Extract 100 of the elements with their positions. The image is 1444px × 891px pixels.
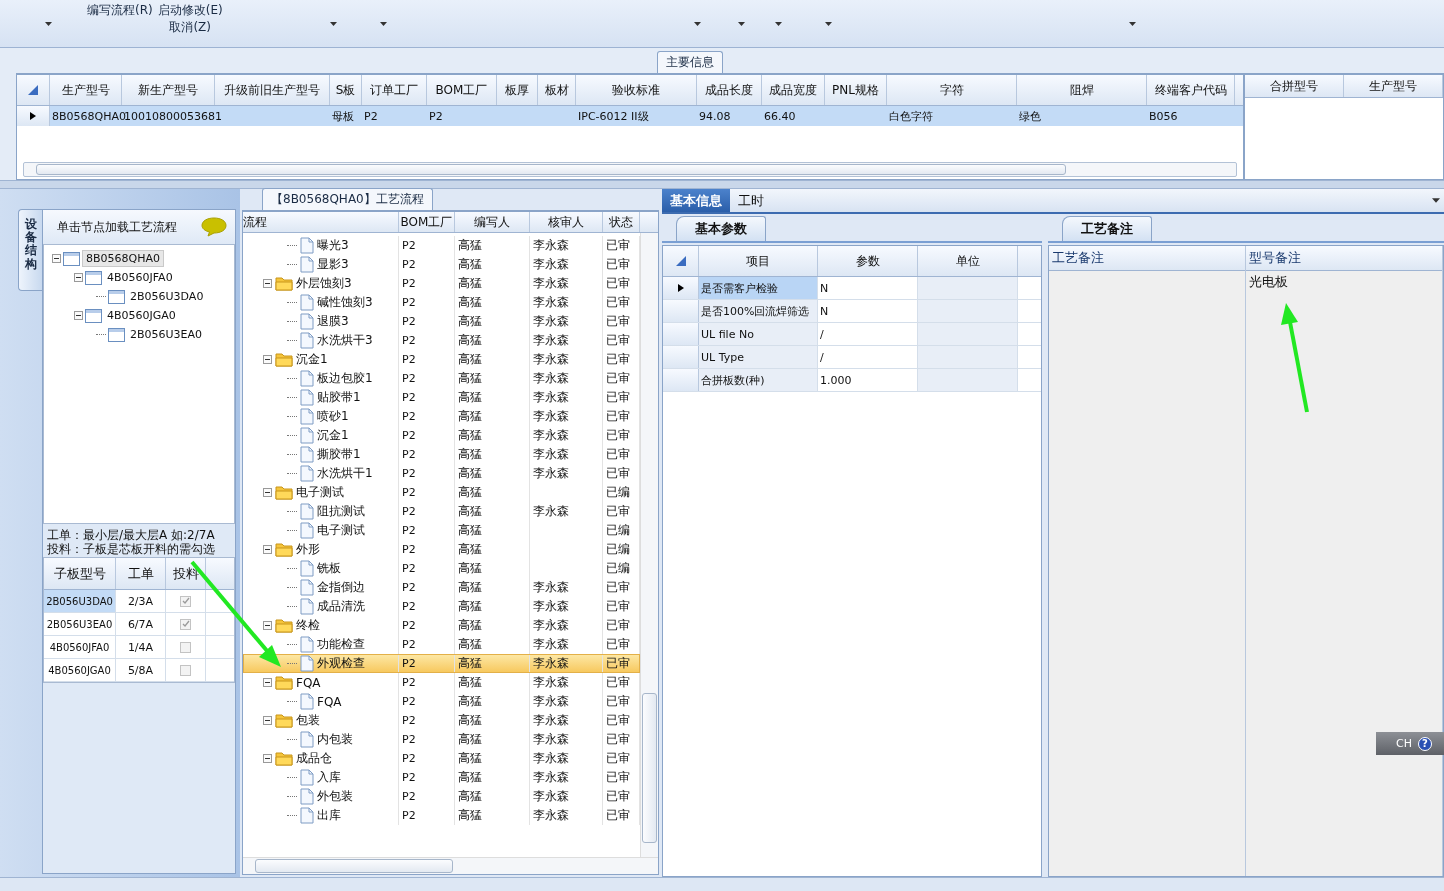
collapse-icon[interactable] (263, 355, 272, 364)
process-row[interactable]: 内包装 P2 高猛 李永森 已审 (243, 730, 640, 749)
column-header[interactable]: 参数 (818, 246, 918, 276)
column-header[interactable]: BOM工厂 (399, 212, 455, 232)
process-row[interactable]: 入库 P2 高猛 李永森 已审 (243, 768, 640, 787)
column-header[interactable]: 阻焊 (1017, 75, 1147, 105)
tree-node[interactable]: 4B0560JGA0 (104, 308, 179, 323)
process-row[interactable]: 外观检查 P2 高猛 李永森 已审 (243, 654, 640, 673)
tree-node[interactable]: 2B056U3DA0 (127, 289, 207, 304)
collapse-icon[interactable] (263, 488, 272, 497)
vertical-scrollbar[interactable] (640, 233, 658, 857)
process-row[interactable]: 沉金1 P2 高猛 李永森 已审 (243, 350, 640, 369)
column-header[interactable]: S板 (330, 75, 362, 105)
column-header[interactable]: 新生产型号 (122, 75, 215, 105)
help-button[interactable]: ? (1417, 736, 1432, 751)
column-header[interactable]: 合拼型号 (1245, 75, 1344, 97)
process-row[interactable]: 沉金1 P2 高猛 李永森 已审 (243, 426, 640, 445)
process-row[interactable]: 水洗烘干3 P2 高猛 李永森 已审 (243, 331, 640, 350)
column-header[interactable]: 成品长度 (697, 75, 762, 105)
column-header[interactable]: 状态 (603, 212, 640, 232)
column-header[interactable]: BOM工厂 (427, 75, 497, 105)
table-row[interactable]: 8B0568QHA010010800053681 母板 P2 P2 IPC-6012 II级 94.08 66.40 白色字符 绿色 B056 (17, 106, 1243, 126)
process-row[interactable]: 外形 P2 高猛 已编 (243, 540, 640, 559)
process-row[interactable]: 终检 P2 高猛 李永森 已审 (243, 616, 640, 635)
process-row[interactable]: FQA P2 高猛 李永森 已审 (243, 692, 640, 711)
side-tab[interactable]: 设备结构 (18, 209, 42, 291)
process-row[interactable]: 贴胶带1 P2 高猛 李永森 已审 (243, 388, 640, 407)
column-header[interactable]: 流程 (243, 212, 399, 232)
caret-icon[interactable] (774, 22, 782, 26)
process-row[interactable]: 成品仓 P2 高猛 李永森 已审 (243, 749, 640, 768)
column-header[interactable]: 型号备注 (1249, 249, 1301, 267)
column-header[interactable]: 单位 (918, 246, 1018, 276)
process-row[interactable]: 包装 P2 高猛 李永森 已审 (243, 711, 640, 730)
column-header[interactable]: 生产型号 (50, 75, 122, 105)
caret-icon[interactable] (45, 22, 52, 26)
column-header[interactable]: 终端客户代码 (1147, 75, 1235, 105)
caret-icon[interactable] (824, 22, 832, 26)
caret-icon[interactable] (1128, 22, 1136, 26)
process-row[interactable]: 铣板 P2 高猛 已编 (243, 559, 640, 578)
language-bar[interactable]: CH ? (1376, 732, 1444, 755)
checkbox[interactable] (180, 595, 191, 607)
toolbar-button[interactable]: 取消(Z) (169, 19, 211, 36)
tree-node[interactable]: 2B056U3EA0 (127, 327, 206, 342)
column-header[interactable]: 成品宽度 (762, 75, 825, 105)
column-header[interactable]: 板厚 (497, 75, 538, 105)
collapse-icon[interactable] (263, 754, 272, 763)
checkbox[interactable] (180, 618, 191, 630)
process-row[interactable]: 成品清洗 P2 高猛 李永森 已审 (243, 597, 640, 616)
column-header[interactable]: 子板型号 (44, 558, 116, 589)
collapse-icon[interactable] (74, 273, 83, 282)
caret-icon[interactable] (693, 22, 701, 26)
process-row[interactable]: 电子测试 P2 高猛 已编 (243, 483, 640, 502)
process-row[interactable]: 外层蚀刻3 P2 高猛 李永森 已审 (243, 274, 640, 293)
column-header[interactable]: 工艺备注 (1052, 249, 1104, 267)
process-row[interactable]: 板边包胶1 P2 高猛 李永森 已审 (243, 369, 640, 388)
column-header[interactable]: 订单工厂 (362, 75, 427, 105)
process-row[interactable]: 外包装 P2 高猛 李永森 已审 (243, 787, 640, 806)
column-header[interactable]: 工单 (116, 558, 166, 589)
process-row[interactable]: 出库 P2 高猛 李永森 已审 (243, 806, 640, 825)
horizontal-scrollbar[interactable] (23, 162, 1237, 177)
tree-node[interactable]: 4B0560JFA0 (104, 270, 176, 285)
caret-icon[interactable] (329, 22, 337, 26)
tab[interactable]: 基本参数 (676, 216, 766, 241)
column-header[interactable]: 核审人 (530, 212, 603, 232)
process-row[interactable]: 喷砂1 P2 高猛 李永森 已审 (243, 407, 640, 426)
process-row[interactable]: 撕胶带1 P2 高猛 李永森 已审 (243, 445, 640, 464)
toolbar-button[interactable]: 编写流程(R) (87, 2, 153, 19)
column-header[interactable]: PNL规格 (825, 75, 887, 105)
collapse-icon[interactable] (52, 254, 61, 263)
toolbar-button[interactable]: 启动修改(E) (157, 2, 223, 19)
tab[interactable]: 工时 (730, 189, 772, 212)
process-row[interactable]: 水洗烘干1 P2 高猛 李永森 已审 (243, 464, 640, 483)
column-header[interactable]: 编写人 (455, 212, 530, 232)
process-row[interactable]: 碱性蚀刻3 P2 高猛 李永森 已审 (243, 293, 640, 312)
column-header[interactable]: 验收标准 (576, 75, 697, 105)
process-row[interactable]: 曝光3 P2 高猛 李永森 已审 (243, 236, 640, 255)
checkbox[interactable] (180, 641, 191, 653)
row-header[interactable] (663, 277, 699, 299)
collapse-icon[interactable] (263, 678, 272, 687)
caret-icon[interactable] (737, 22, 745, 26)
process-row[interactable]: 显影3 P2 高猛 李永森 已审 (243, 255, 640, 274)
collapse-icon[interactable] (263, 716, 272, 725)
horizontal-scrollbar[interactable] (243, 857, 658, 874)
column-header[interactable]: 升级前旧生产型号 (215, 75, 330, 105)
process-row[interactable]: FQA P2 高猛 李永森 已审 (243, 673, 640, 692)
tab[interactable]: 工艺备注 (1062, 216, 1152, 241)
process-row[interactable]: 退膜3 P2 高猛 李永森 已审 (243, 312, 640, 331)
column-header[interactable]: 生产型号 (1344, 75, 1443, 97)
collapse-icon[interactable] (263, 279, 272, 288)
column-header[interactable]: 投料 (166, 558, 206, 589)
process-row[interactable]: 电子测试 P2 高猛 已编 (243, 521, 640, 540)
process-row[interactable]: 阻抗测试 P2 高猛 李永森 已审 (243, 502, 640, 521)
collapse-icon[interactable] (263, 621, 272, 630)
tree-node[interactable]: 8B0568QHA0 (82, 250, 164, 267)
column-header[interactable]: 字符 (887, 75, 1017, 105)
collapse-icon[interactable] (74, 311, 83, 320)
caret-icon[interactable] (379, 22, 387, 26)
column-header[interactable]: 板材 (538, 75, 576, 105)
column-header[interactable]: 项目 (699, 246, 818, 276)
tab[interactable]: 基本信息 (662, 189, 730, 212)
